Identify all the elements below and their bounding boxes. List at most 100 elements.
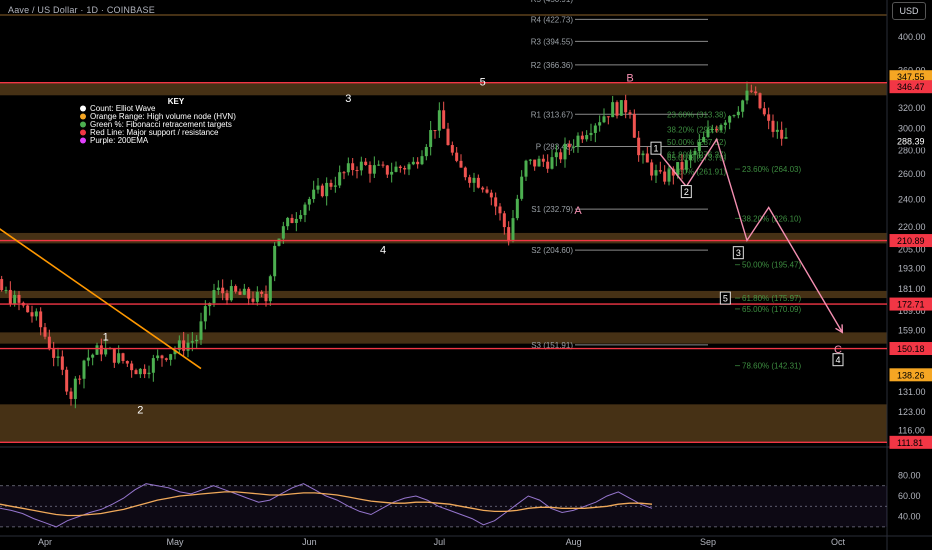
candle-body [182, 340, 186, 351]
candle-body [82, 360, 86, 379]
candle-body [273, 245, 277, 277]
candle-body [221, 287, 225, 294]
candle-body [624, 100, 628, 113]
candle-body [260, 291, 264, 294]
candle-body [784, 137, 788, 139]
candle-body [450, 145, 454, 153]
candle-body [238, 291, 242, 295]
candle-body [147, 372, 151, 375]
candle-body [320, 185, 324, 197]
fib-level-label: 23.60% (313.38) [667, 111, 726, 120]
candle-body [338, 172, 342, 186]
candle-body [255, 291, 259, 302]
candle-body [468, 177, 472, 183]
wave-count-label: 3 [345, 93, 351, 105]
candle-body [307, 199, 311, 205]
candle-body [294, 218, 298, 223]
candle-body [303, 204, 307, 216]
candle-body [463, 167, 467, 178]
candle-body [632, 114, 636, 138]
time-tick-label: Sep [700, 537, 716, 547]
candle-body [121, 353, 125, 361]
candle-body [567, 144, 571, 148]
candle-body [606, 116, 610, 118]
candle-body [684, 160, 688, 170]
candle-body [780, 129, 784, 139]
time-tick-label: Jun [302, 537, 317, 547]
candle-body [169, 354, 173, 360]
candle-body [680, 162, 684, 170]
candle-body [78, 378, 82, 380]
candle-body [481, 187, 485, 190]
key-bullet-icon [80, 137, 86, 144]
candle-body [489, 192, 493, 198]
candle-body [212, 290, 216, 304]
candle-body [550, 157, 554, 169]
candle-body [385, 165, 389, 175]
candle-body [355, 170, 359, 172]
candle-body [39, 311, 43, 328]
candle-body [732, 115, 736, 117]
hvn-zone [0, 332, 887, 344]
candle-body [368, 164, 372, 174]
candle-body [689, 154, 693, 161]
candle-body [86, 357, 90, 361]
candle-body [268, 276, 272, 302]
candle-body [229, 286, 233, 301]
price-chart[interactable]: R5 (450.91) R4 (422.73) R3 (394.55) R2 (366… [0, 0, 932, 550]
candle-body [563, 144, 567, 160]
price-tick-label: 123.00 [898, 407, 926, 417]
candle-body [69, 391, 73, 399]
candle-body [559, 152, 563, 160]
price-tick-label: 400.00 [898, 32, 926, 42]
candle-body [156, 355, 160, 359]
candle-body [663, 171, 667, 182]
candle-body [377, 164, 381, 166]
candle-body [771, 120, 775, 132]
candle-body [429, 130, 433, 147]
wave-count-label: B [626, 73, 633, 85]
candle-body [73, 378, 77, 399]
wave-count-label: 4 [380, 245, 386, 257]
candle-body [242, 288, 246, 295]
candle-body [342, 172, 346, 174]
candle-body [433, 130, 437, 132]
pivot-label: S1 (232.79) [531, 205, 573, 214]
candle-body [511, 218, 515, 242]
candle-body [754, 91, 758, 94]
candle-body [593, 125, 597, 133]
fib-level-label: 65.00% (273.79) [667, 154, 726, 163]
price-tick-label: 131.00 [898, 387, 926, 397]
pivot-label: R1 (313.67) [531, 110, 574, 119]
candle-body [247, 288, 251, 299]
candle-body [91, 354, 95, 358]
candle-body [485, 189, 489, 193]
candle-body [628, 112, 632, 115]
rsi-tick-label: 40.00 [898, 512, 921, 522]
candle-body [346, 163, 350, 173]
candle-body [416, 161, 420, 165]
candle-body [199, 321, 203, 340]
price-tick-label: 240.00 [898, 194, 926, 204]
price-tag-label: 150.18 [897, 344, 925, 354]
price-tag-label: 288.39 [897, 137, 925, 147]
rsi-tick-label: 60.00 [898, 491, 921, 501]
candle-body [359, 161, 363, 171]
candle-body [65, 369, 69, 392]
candle-body [719, 125, 723, 131]
candle-body [654, 170, 658, 176]
candle-body [325, 182, 329, 197]
key-bullet-icon [80, 121, 86, 128]
candle-body [728, 116, 732, 123]
candle-body [160, 355, 164, 359]
candle-body [134, 370, 138, 375]
candle-body [667, 169, 671, 182]
candle-body [316, 185, 320, 190]
currency-button[interactable]: USD [892, 2, 926, 20]
candle-body [281, 226, 285, 239]
key-title: KEY [168, 97, 185, 106]
candle-body [528, 159, 532, 161]
candle-body [381, 164, 385, 166]
price-tick-label: 220.00 [898, 222, 926, 232]
candle-body [645, 153, 649, 163]
